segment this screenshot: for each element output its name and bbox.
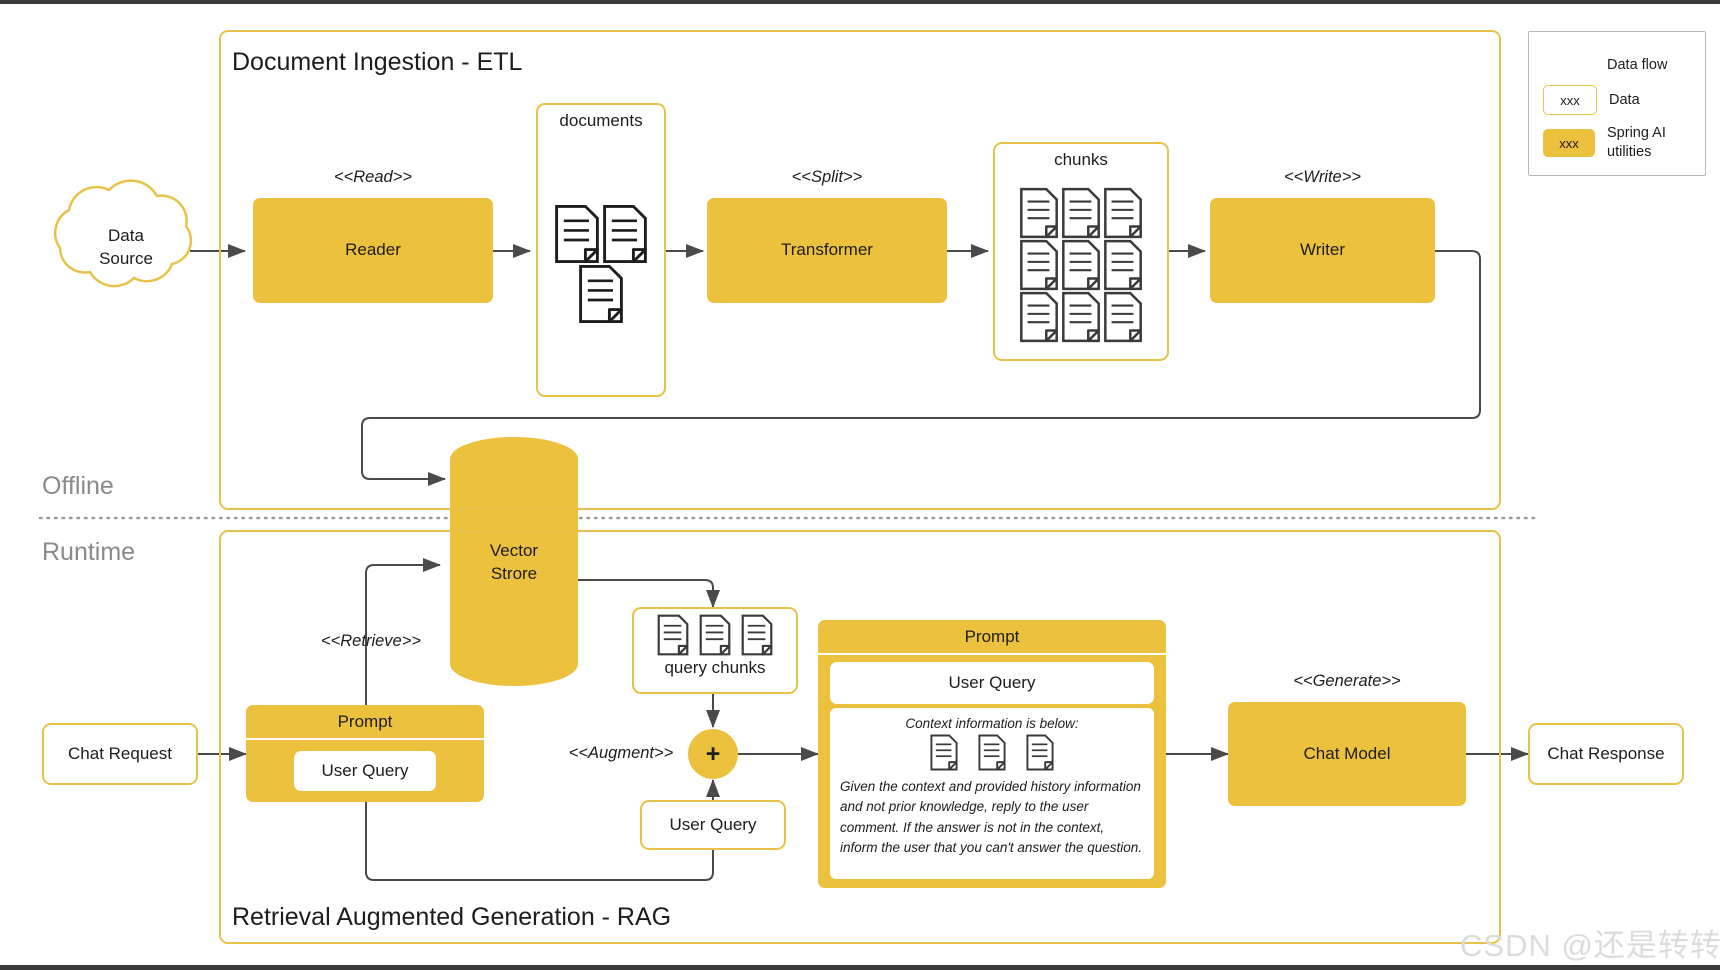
document-icon: [1026, 734, 1054, 771]
prompt-card-main-title: Prompt: [818, 620, 1166, 655]
prompt-card-left-user-query: User Query: [294, 751, 436, 791]
legend-row-spring-ai: xxx Spring AI utilities: [1543, 125, 1703, 160]
data-source-label: Data Source: [99, 226, 153, 268]
diagram-canvas: Document Ingestion - ETL Offline Runtime…: [0, 0, 1720, 970]
document-icon: [1020, 187, 1058, 239]
chat-response-label: Chat Response: [1547, 743, 1665, 763]
data-source-node: Data Source: [46, 196, 206, 300]
context-text: Given the context and provided history i…: [840, 779, 1142, 855]
legend-row-data-flow: Data flow: [1543, 52, 1697, 78]
augment-stereotype: <<Augment>>: [568, 744, 674, 762]
prompt-card-main-user-query: User Query: [830, 662, 1154, 704]
split-stereotype: <<Split>>: [791, 168, 863, 186]
documents-box: documents: [536, 103, 666, 397]
document-icon: [1104, 187, 1142, 239]
document-icon: [1104, 239, 1142, 291]
document-icon: [1062, 239, 1100, 291]
document-icon: [741, 614, 773, 656]
writer-label: Writer: [1299, 240, 1345, 260]
chat-model-label: Chat Model: [1303, 743, 1391, 763]
legend-swatch-spring-ai: xxx: [1543, 129, 1595, 157]
legend-swatch-data: xxx: [1543, 85, 1597, 115]
context-note: Context information is below:: [905, 716, 1079, 731]
write-stereotype: <<Write>>: [1283, 168, 1362, 186]
reader-label: Reader: [345, 240, 401, 260]
document-icon: [579, 264, 623, 324]
retrieve-stereotype: <<Retrieve>>: [321, 632, 421, 650]
runtime-label: Runtime: [42, 538, 136, 566]
read-stereotype: <<Read>>: [334, 168, 412, 186]
prompt-card-left[interactable]: Prompt User Query: [246, 705, 484, 802]
document-icon: [603, 204, 647, 264]
chat-request-node[interactable]: Chat Request: [42, 723, 198, 785]
writer-node[interactable]: Writer: [1210, 198, 1435, 303]
document-icon: [657, 614, 689, 656]
legend-panel: Data flow xxx Data xxx Spring AI utiliti…: [1528, 31, 1706, 176]
transformer-label: Transformer: [781, 240, 873, 260]
documents-icon-grid: [538, 139, 664, 389]
chat-response-node[interactable]: Chat Response: [1528, 723, 1684, 785]
document-icon: [555, 204, 599, 264]
plus-symbol: +: [705, 739, 721, 768]
context-icon-row: [840, 734, 1144, 771]
chat-request-label: Chat Request: [68, 743, 172, 763]
chunks-box: chunks: [993, 142, 1169, 361]
etl-section-title: Document Ingestion - ETL: [232, 48, 523, 76]
generate-stereotype: <<Generate>>: [1293, 672, 1401, 690]
legend-row-data: xxx Data: [1543, 85, 1697, 115]
document-icon: [1104, 291, 1142, 343]
transformer-node[interactable]: Transformer: [707, 198, 947, 303]
rag-section-title: Retrieval Augmented Generation - RAG: [232, 903, 672, 931]
documents-title: documents: [559, 111, 643, 130]
bottom-rule: [0, 965, 1720, 970]
user-query-box[interactable]: User Query: [640, 800, 786, 850]
legend-label-data-flow: Data flow: [1607, 56, 1668, 73]
user-query-box-label: User Query: [669, 814, 757, 834]
query-chunks-label: query chunks: [664, 658, 766, 677]
chat-model-node[interactable]: Chat Model: [1228, 702, 1466, 806]
chunks-icon-grid: [999, 176, 1163, 354]
document-icon: [1020, 239, 1058, 291]
query-chunks-icon-row: [634, 614, 796, 656]
legend-label-data: Data: [1609, 91, 1640, 108]
document-icon: [978, 734, 1006, 771]
prompt-card-main[interactable]: Prompt User Query Context information is…: [818, 620, 1166, 888]
augment-plus-node[interactable]: +: [688, 729, 738, 779]
offline-label: Offline: [42, 472, 114, 500]
watermark: CSDN @还是转转: [1460, 928, 1720, 963]
query-chunks-box: query chunks: [632, 607, 798, 694]
chunks-title: chunks: [1054, 150, 1108, 169]
prompt-card-main-body: Context information is below: Given the …: [830, 708, 1154, 879]
prompt-card-left-title: Prompt: [246, 705, 484, 740]
document-icon: [1020, 291, 1058, 343]
document-icon: [1062, 291, 1100, 343]
document-icon: [699, 614, 731, 656]
legend-label-spring-ai: Spring AI utilities: [1607, 125, 1666, 160]
document-icon: [930, 734, 958, 771]
reader-node[interactable]: Reader: [253, 198, 493, 303]
document-icon: [1062, 187, 1100, 239]
